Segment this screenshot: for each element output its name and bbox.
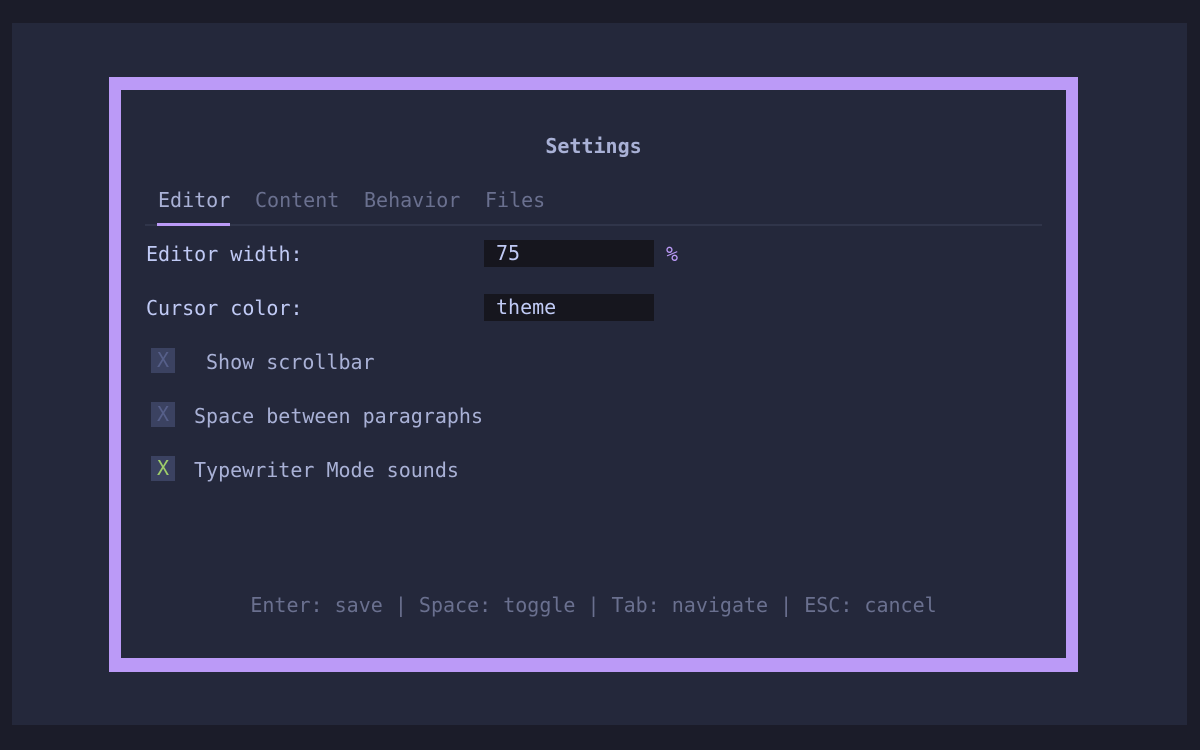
space-between-paragraphs-checkbox[interactable]: X (151, 402, 175, 427)
tab-editor[interactable]: Editor (158, 188, 230, 212)
show-scrollbar-checkbox[interactable]: X (151, 348, 175, 373)
settings-dialog: Settings Editor Content Behavior Files E… (121, 90, 1066, 658)
editor-width-input[interactable] (484, 240, 654, 267)
typewriter-mode-sounds-checkbox[interactable]: X (151, 456, 175, 481)
space-between-paragraphs-label[interactable]: Space between paragraphs (194, 404, 483, 428)
tab-files[interactable]: Files (485, 188, 545, 212)
editor-width-unit: % (666, 242, 679, 266)
dialog-title: Settings (545, 134, 642, 158)
tab-divider (145, 224, 1042, 226)
active-tab-indicator (157, 223, 230, 226)
keyboard-help-text: Enter: save | Space: toggle | Tab: navig… (250, 593, 937, 617)
show-scrollbar-label[interactable]: Show scrollbar (206, 350, 375, 374)
tab-content[interactable]: Content (255, 188, 339, 212)
editor-width-label: Editor width: (146, 242, 303, 266)
cursor-color-label: Cursor color: (146, 296, 303, 320)
typewriter-mode-sounds-label[interactable]: Typewriter Mode sounds (194, 458, 459, 482)
tab-behavior[interactable]: Behavior (364, 188, 460, 212)
cursor-color-input[interactable] (484, 294, 654, 321)
